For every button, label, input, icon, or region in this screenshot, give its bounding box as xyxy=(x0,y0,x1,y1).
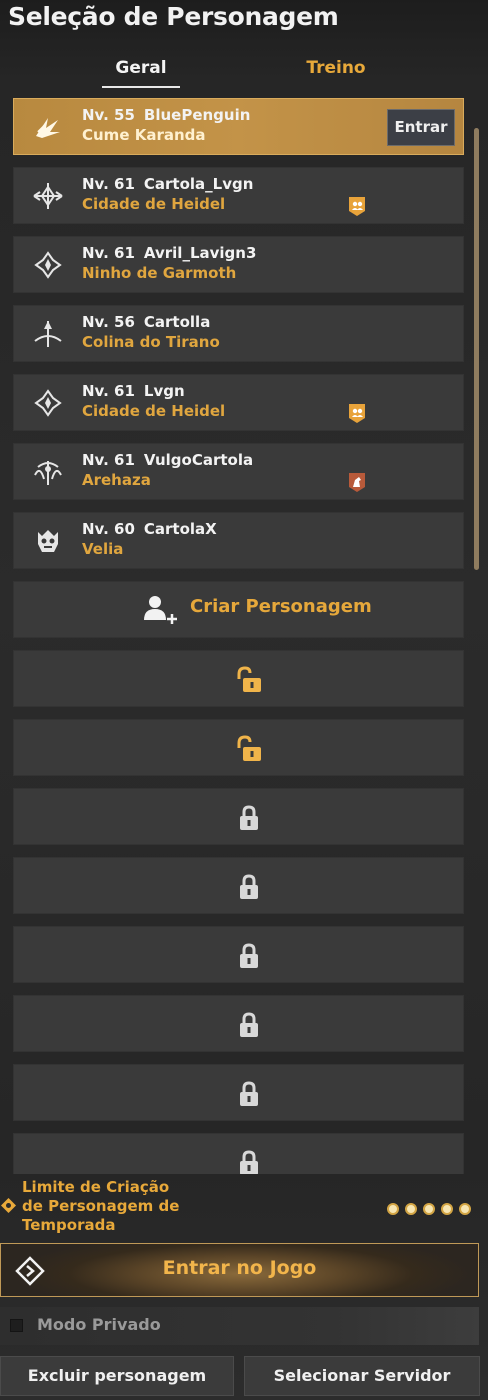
limit-dot xyxy=(459,1203,471,1215)
class-emblem-icon xyxy=(33,183,63,209)
empty-slot-locked xyxy=(13,788,464,845)
scrollbar-thumb[interactable] xyxy=(474,128,479,570)
lock-icon xyxy=(240,1150,258,1174)
class-emblem-icon xyxy=(34,461,62,485)
enter-game-label: Entrar no Jogo xyxy=(162,1257,317,1279)
empty-slot-locked xyxy=(13,1133,464,1174)
list-scrollbar[interactable] xyxy=(474,98,479,1174)
character-slot-cartolax[interactable]: Nv. 60 CartolaX Velia xyxy=(13,512,464,569)
limit-dot xyxy=(387,1203,399,1215)
character-location: Ninho de Garmoth xyxy=(82,264,237,282)
character-name: CartolaX xyxy=(143,520,217,538)
season-limit-label: Limite de Criação de Personagem de Tempo… xyxy=(22,1178,180,1234)
character-location: Colina do Tirano xyxy=(82,333,220,351)
season-limit-dots xyxy=(387,1200,477,1219)
character-level: Nv. 60 xyxy=(82,520,135,538)
character-name: VulgoCartola xyxy=(143,451,254,469)
lock-icon xyxy=(240,805,258,830)
add-user-icon xyxy=(144,596,177,624)
class-emblem-icon xyxy=(34,389,62,417)
character-level: Nv. 56 xyxy=(82,313,135,331)
character-level: Nv. 61 xyxy=(82,244,135,262)
character-location: Arehaza xyxy=(82,471,151,489)
select-server-button[interactable]: Selecionar Servidor xyxy=(244,1356,480,1396)
character-list[interactable]: Nv. 55 BluePenguin Cume Karanda Entrar Nv… xyxy=(12,98,465,1174)
character-slot-cartola-lvgn[interactable]: Nv. 61 Cartola_Lvgn Cidade de Heidel xyxy=(13,167,464,224)
tab-geral[interactable]: Geral xyxy=(102,58,180,88)
character-level: Nv. 61 xyxy=(82,451,135,469)
group-badge-icon xyxy=(349,197,365,216)
group-badge-icon xyxy=(349,404,365,423)
unlocked-lock-icon xyxy=(237,666,261,692)
lock-icon xyxy=(240,1081,258,1106)
tab-treino[interactable]: Treino xyxy=(300,58,372,88)
empty-slot-locked xyxy=(13,995,464,1052)
character-name: BluePenguin xyxy=(143,106,251,124)
enter-game-button[interactable]: Entrar no Jogo xyxy=(0,1243,479,1297)
character-name: Avril_Lavign3 xyxy=(143,244,257,262)
character-slot-bluepenguin[interactable]: Nv. 55 BluePenguin Cume Karanda Entrar xyxy=(13,98,464,155)
lock-icon xyxy=(240,1012,258,1037)
character-level: Nv. 61 xyxy=(82,382,135,400)
class-emblem-icon xyxy=(36,118,60,138)
create-character-button[interactable]: Criar Personagem xyxy=(13,581,464,638)
create-character-label: Criar Personagem xyxy=(190,596,372,617)
page-title: Seleção de Personagem xyxy=(8,2,339,31)
delete-character-button[interactable]: Excluir personagem xyxy=(0,1356,234,1396)
limit-dot xyxy=(405,1203,417,1215)
private-mode-row[interactable]: Modo Privado xyxy=(0,1307,479,1345)
character-slot-cartolla[interactable]: Nv. 56 Cartolla Colina do Tirano xyxy=(13,305,464,362)
character-slot-lvgn[interactable]: Nv. 61 Lvgn Cidade de Heidel xyxy=(13,374,464,431)
character-level: Nv. 61 xyxy=(82,175,135,193)
character-location: Velia xyxy=(82,540,124,558)
class-emblem-icon xyxy=(34,321,62,347)
empty-slot-unlocked[interactable] xyxy=(13,650,464,707)
empty-slot-locked xyxy=(13,1064,464,1121)
character-location: Cume Karanda xyxy=(82,126,206,144)
private-mode-label: Modo Privado xyxy=(37,1315,161,1334)
empty-slot-locked xyxy=(13,926,464,983)
class-emblem-icon xyxy=(34,251,62,279)
horse-badge-icon xyxy=(349,473,365,492)
class-emblem-icon xyxy=(38,530,58,552)
limit-dot xyxy=(423,1203,435,1215)
lock-icon xyxy=(240,874,258,899)
diamond-info-icon xyxy=(1,1198,16,1213)
unlocked-lock-icon xyxy=(237,735,261,761)
character-name: Lvgn xyxy=(143,382,185,400)
enter-button[interactable]: Entrar xyxy=(387,109,455,146)
lock-icon xyxy=(240,943,258,968)
season-creation-limit: Limite de Criação de Personagem de Tempo… xyxy=(0,1174,488,1238)
character-name: Cartola_Lvgn xyxy=(143,175,254,193)
empty-slot-unlocked[interactable] xyxy=(13,719,464,776)
limit-dot xyxy=(441,1203,453,1215)
character-level: Nv. 55 xyxy=(82,106,135,124)
character-location: Cidade de Heidel xyxy=(82,195,226,213)
character-slot-avril-lavign3[interactable]: Nv. 61 Avril_Lavign3 Ninho de Garmoth xyxy=(13,236,464,293)
character-slot-vulgocartola[interactable]: Nv. 61 VulgoCartola Arehaza xyxy=(13,443,464,500)
character-location: Cidade de Heidel xyxy=(82,402,226,420)
private-mode-checkbox[interactable] xyxy=(10,1319,23,1332)
character-name: Cartolla xyxy=(143,313,211,331)
empty-slot-locked xyxy=(13,857,464,914)
